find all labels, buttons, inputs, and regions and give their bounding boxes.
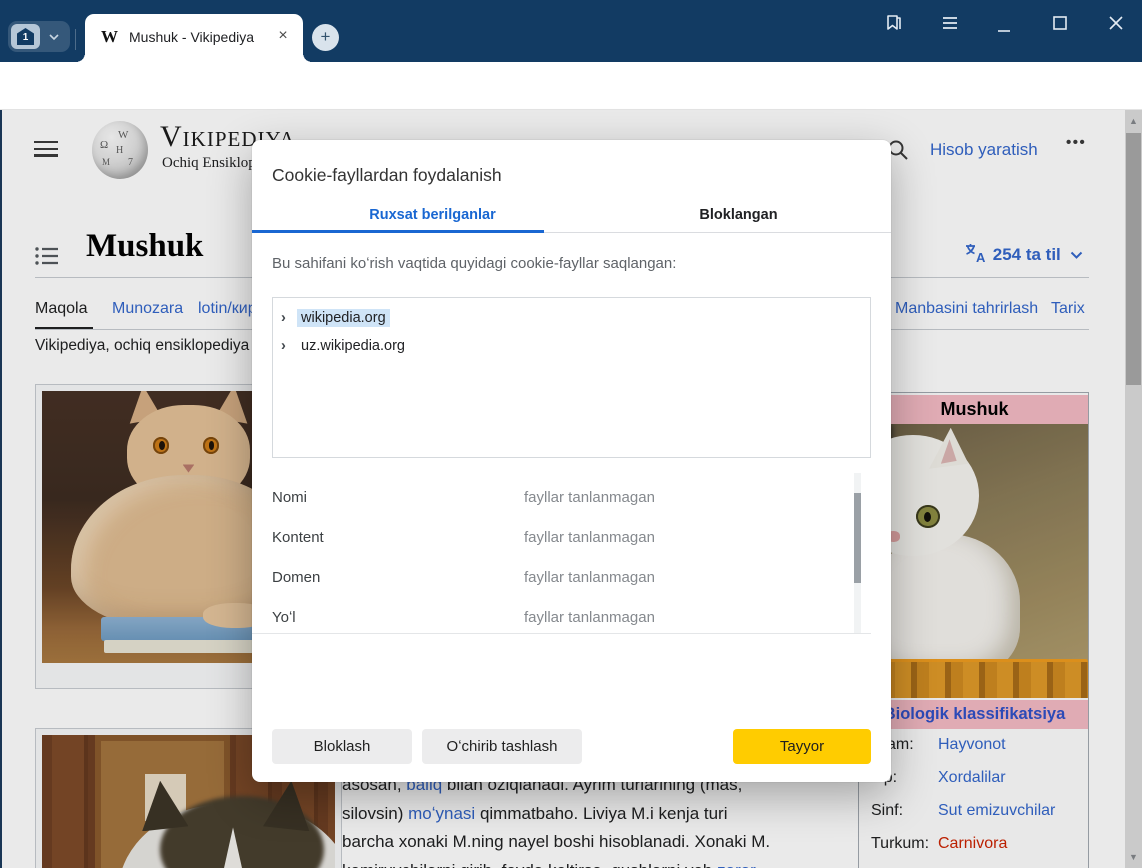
browser-titlebar: 1 W Mushuk - Vikipediya × + (0, 0, 1142, 62)
field-value-path: fayllar tanlanmagan (524, 609, 655, 626)
dialog-tab-allowed[interactable]: Ruxsat berilganlar (280, 207, 585, 223)
field-label-content: Kontent (272, 529, 324, 546)
cookie-tree-item-wikipedia[interactable]: ›wikipedia.org (281, 308, 390, 330)
field-label-path: Yoʻl (272, 609, 296, 626)
block-button[interactable]: Bloklash (272, 729, 412, 764)
tab-group-count-badge: 1 (17, 28, 34, 45)
dialog-mini-scrollbar-thumb[interactable] (854, 493, 861, 583)
cookie-dialog: Cookie-fayllardan foydalanish Ruxsat ber… (252, 140, 891, 782)
window-minimize-button[interactable] (991, 14, 1017, 40)
dialog-description: Bu sahifani koʻrish vaqtida quyidagi coo… (272, 255, 676, 272)
tab-group-box: 1 (11, 24, 40, 49)
bookmarks-panel-icon[interactable] (881, 10, 907, 36)
dialog-title: Cookie-fayllardan foydalanish (272, 165, 502, 186)
dialog-tab-blocked[interactable]: Bloklangan (586, 207, 891, 223)
cookie-tree: ›wikipedia.org ›uz.wikipedia.org (272, 297, 871, 458)
tab-title: Mushuk - Vikipediya (129, 29, 254, 45)
browser-toolbar: Я uz.wikipedia.org Mushuk - Vikipediya A… (0, 62, 1142, 110)
cookie-tree-item-uz-wikipedia[interactable]: ›uz.wikipedia.org (281, 336, 409, 358)
delete-button[interactable]: Oʻchirib tashlash (422, 729, 582, 764)
dialog-separator (252, 633, 871, 634)
tab-group-chip[interactable]: 1 (8, 21, 70, 52)
window-close-button[interactable] (1103, 10, 1129, 36)
field-label-name: Nomi (272, 489, 307, 506)
dialog-active-tab-underline (252, 230, 544, 233)
browser-menu-icon[interactable] (937, 10, 963, 36)
field-value-domain: fayllar tanlanmagan (524, 569, 655, 586)
dialog-mini-scrollbar[interactable] (854, 473, 861, 633)
browser-tab-active[interactable]: W Mushuk - Vikipediya × (85, 14, 303, 62)
tab-group-chevron-down-icon[interactable] (48, 30, 60, 48)
tabbar-divider (75, 29, 76, 50)
done-button[interactable]: Tayyor (733, 729, 871, 764)
tree-chevron-icon[interactable]: › (281, 308, 297, 328)
field-value-name: fayllar tanlanmagan (524, 489, 655, 506)
tree-chevron-icon[interactable]: › (281, 336, 297, 356)
tab-close-icon[interactable]: × (273, 26, 293, 46)
field-value-content: fayllar tanlanmagan (524, 529, 655, 546)
window-maximize-button[interactable] (1047, 10, 1073, 36)
wikipedia-favicon: W (101, 27, 118, 47)
new-tab-button[interactable]: + (312, 24, 339, 51)
field-label-domain: Domen (272, 569, 320, 586)
